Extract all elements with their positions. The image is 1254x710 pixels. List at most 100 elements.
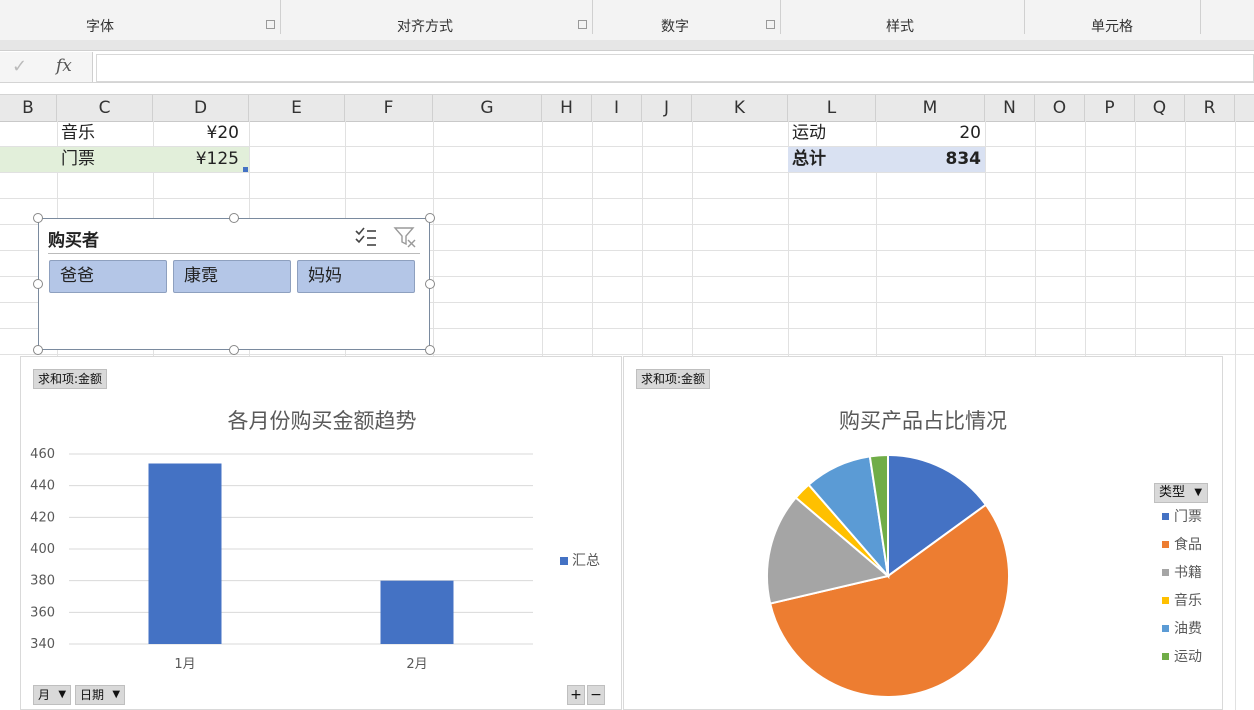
column-header-o[interactable]: O — [1035, 95, 1085, 121]
font-dialog-launcher-icon[interactable] — [266, 20, 275, 29]
slicer-item-mom[interactable]: 妈妈 — [297, 260, 415, 293]
legend-swatch — [560, 557, 568, 565]
column-header-l[interactable]: L — [788, 95, 876, 121]
dropdown-arrow-icon[interactable]: ▼ — [1194, 484, 1202, 502]
column-header-d[interactable]: D — [153, 95, 249, 121]
column-header-e[interactable]: E — [249, 95, 345, 121]
ribbon-collapse-strip — [0, 40, 1254, 51]
resize-handle[interactable] — [229, 213, 239, 223]
slicer-title: 购买者 — [48, 231, 99, 251]
cell-l-sport[interactable]: 运动 — [788, 121, 876, 146]
column-header-j[interactable]: J — [642, 95, 692, 121]
legend-swatch — [1162, 541, 1169, 548]
column-header-r[interactable]: R — [1185, 95, 1235, 121]
legend-swatch — [1162, 653, 1169, 660]
legend-swatch — [1162, 625, 1169, 632]
ribbon-group-number[interactable]: 数字 — [630, 16, 720, 36]
column-header-q[interactable]: Q — [1135, 95, 1185, 121]
legend-swatch — [1162, 597, 1169, 604]
cell-d-music[interactable]: ¥20 — [153, 121, 249, 146]
column-header-g[interactable]: G — [433, 95, 542, 121]
column-headers: B C D E F G H I J K L M N O P Q R — [0, 94, 1254, 122]
ribbon-group-alignment[interactable]: 对齐方式 — [360, 16, 490, 36]
legend-label: 油费 — [1174, 621, 1202, 637]
legend-label: 运动 — [1174, 649, 1202, 665]
expand-field-button[interactable]: + — [567, 685, 585, 705]
cell-d-tickets[interactable]: ¥125 — [153, 147, 249, 172]
pie-chart-plot: 门票食品书籍音乐油费运动 — [766, 453, 1202, 698]
legend-label: 汇总 — [572, 553, 600, 569]
resize-handle[interactable] — [425, 213, 435, 223]
x-tick-label: 2月 — [406, 657, 427, 672]
ribbon-separator — [280, 0, 281, 34]
y-tick-label: 340 — [30, 637, 55, 652]
axis-field-date[interactable]: 日期 ▼ — [75, 685, 126, 705]
slicer-item-dad[interactable]: 爸爸 — [49, 260, 167, 293]
column-header-b[interactable]: B — [0, 95, 57, 121]
column-header-c[interactable]: C — [57, 95, 153, 121]
fill-handle[interactable] — [243, 167, 248, 172]
formula-bar: ✓ fx — [0, 52, 1254, 83]
column-header-f[interactable]: F — [345, 95, 433, 121]
bar[interactable] — [380, 580, 454, 644]
column-header-i[interactable]: I — [592, 95, 642, 121]
ribbon-separator — [1200, 0, 1201, 34]
dropdown-arrow-icon[interactable]: ▼ — [112, 686, 120, 704]
x-tick-label: 1月 — [174, 657, 195, 672]
bar-chart-plot: 340 360 380 400 420 440 460 1月 2月 汇总 — [30, 447, 600, 672]
legend-field-type-label: 类型 — [1159, 485, 1186, 500]
bar[interactable] — [148, 463, 222, 645]
y-tick-label: 420 — [30, 510, 55, 525]
dropdown-arrow-icon[interactable]: ▼ — [58, 686, 66, 704]
bar-chart[interactable]: 求和项:金额 各月份购买金额趋势 340 360 380 400 420 440 460 1月… — [20, 356, 622, 710]
y-tick-label: 400 — [30, 542, 55, 557]
ribbon-group-font[interactable]: 字体 — [40, 16, 160, 36]
y-tick-label: 440 — [30, 479, 55, 494]
ribbon-separator — [592, 0, 593, 34]
cell-c-music[interactable]: 音乐 — [57, 121, 153, 146]
legend-label: 音乐 — [1174, 592, 1202, 609]
axis-field-month[interactable]: 月 ▼ — [33, 685, 72, 705]
cell-l-total[interactable]: 总计 — [788, 147, 876, 172]
cell-c-tickets[interactable]: 门票 — [57, 147, 153, 172]
check-icon[interactable]: ✓ — [12, 56, 27, 77]
cell-m-total[interactable]: 834 — [876, 147, 985, 172]
formula-input[interactable] — [96, 54, 1254, 82]
alignment-dialog-launcher-icon[interactable] — [578, 20, 587, 29]
legend-label: 食品 — [1174, 536, 1202, 553]
insert-function-icon[interactable]: fx — [56, 56, 72, 76]
resize-handle[interactable] — [229, 345, 239, 355]
cell-m-sport[interactable]: 20 — [876, 121, 985, 146]
legend-field-type[interactable]: 类型 ▼ — [1154, 483, 1209, 503]
legend-label: 门票 — [1174, 509, 1202, 525]
multi-select-icon[interactable] — [354, 226, 378, 248]
resize-handle[interactable] — [33, 213, 43, 223]
legend-swatch — [1162, 513, 1169, 520]
resize-handle[interactable] — [33, 345, 43, 355]
slicer-item-kangni[interactable]: 康霓 — [173, 260, 291, 293]
collapse-field-button[interactable]: − — [587, 685, 605, 705]
ribbon-separator — [780, 0, 781, 34]
ribbon-group-cells[interactable]: 单元格 — [1070, 16, 1154, 36]
column-header-h[interactable]: H — [542, 95, 592, 121]
ribbon-separator — [1024, 0, 1025, 34]
number-dialog-launcher-icon[interactable] — [766, 20, 775, 29]
pie-chart[interactable]: 求和项:金额 购买产品占比情况 门票 食品 书籍 音乐 油费 运动 类型 ▼ — [623, 356, 1223, 710]
legend-label: 书籍 — [1174, 564, 1202, 581]
slicer-divider — [48, 253, 420, 254]
column-header-k[interactable]: K — [692, 95, 788, 121]
y-tick-label: 360 — [30, 605, 55, 620]
axis-field-date-label: 日期 — [80, 688, 105, 702]
resize-handle[interactable] — [33, 279, 43, 289]
axis-field-month-label: 月 — [38, 688, 51, 702]
column-header-m[interactable]: M — [876, 95, 985, 121]
ribbon-group-styles[interactable]: 样式 — [860, 16, 940, 36]
clear-filter-icon[interactable] — [393, 225, 417, 249]
column-header-n[interactable]: N — [985, 95, 1035, 121]
ribbon: 字体 对齐方式 数字 样式 单元格 — [0, 0, 1254, 41]
legend-swatch — [1162, 569, 1169, 576]
resize-handle[interactable] — [425, 279, 435, 289]
slicer-buyer[interactable]: 购买者 爸爸 康霓 妈妈 — [38, 218, 430, 350]
column-header-p[interactable]: P — [1085, 95, 1135, 121]
resize-handle[interactable] — [425, 345, 435, 355]
